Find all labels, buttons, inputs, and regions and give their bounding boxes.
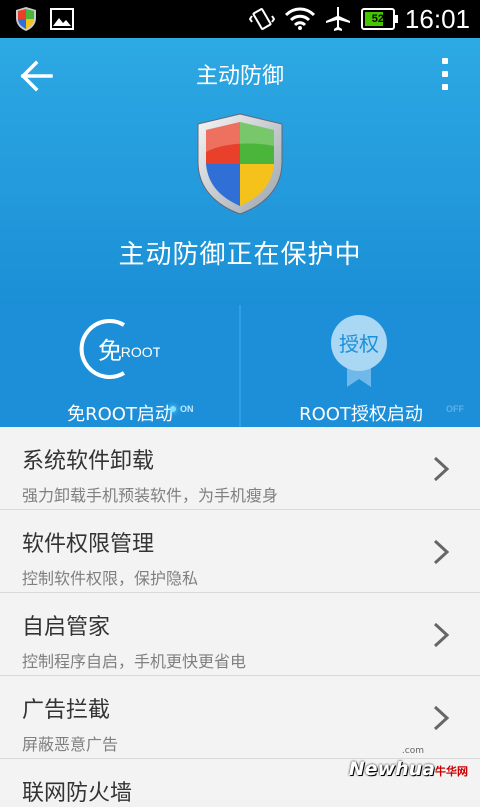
root-auth-label: ROOT授权启动 (299, 404, 423, 425)
feature-list: 系统软件卸载 强力卸载手机预装软件，为手机瘦身 软件权限管理 控制软件权限，保护… (0, 427, 480, 806)
chevron-right-icon (433, 456, 450, 482)
hero-panel: 主动防御 主动防御正在保护中 (0, 38, 480, 305)
authorization-badge-icon: 授权 (331, 315, 387, 387)
chevron-right-icon (433, 622, 450, 648)
battery-level: 52 (371, 13, 385, 25)
svg-text:ROOT: ROOT (121, 344, 160, 360)
overflow-menu-icon[interactable] (442, 58, 450, 90)
list-item-title: 广告拦截 (22, 698, 111, 723)
list-item-title: 自启管家 (22, 615, 111, 640)
page-title: 主动防御 (195, 64, 284, 89)
startup-mode-cards: 免 ROOT 免ROOT启动 ON 授权 ROOT授权启动 OFF (0, 305, 480, 427)
chevron-right-icon (433, 705, 450, 731)
clock: 16:01 (404, 4, 470, 34)
list-item-title: 系统软件卸载 (22, 449, 155, 474)
battery-icon: 52 (360, 8, 398, 30)
vibrate-icon (248, 8, 275, 30)
shield-icon (197, 113, 283, 215)
root-free-toggle[interactable]: ON (170, 404, 194, 414)
shield-app-icon (16, 7, 36, 31)
root-free-label: 免ROOT启动 (67, 404, 173, 425)
list-item-system-uninstall[interactable]: 系统软件卸载 强力卸载手机预装软件，为手机瘦身 (0, 427, 480, 510)
airplane-icon (325, 7, 350, 31)
watermark-logo: .com Newhua牛华网 (348, 746, 468, 780)
chevron-right-icon (433, 539, 450, 565)
status-bar: 52 16:01 (0, 0, 480, 38)
list-item-autostart-manager[interactable]: 自启管家 控制程序自启，手机更快更省电 (0, 593, 480, 676)
list-item-subtitle: 控制程序自启，手机更快更省电 (22, 652, 247, 671)
list-item-title: 联网防火墙 (22, 781, 133, 806)
svg-text:授权: 授权 (339, 332, 379, 356)
list-item-subtitle: 屏蔽恶意广告 (22, 735, 119, 754)
protection-status: 主动防御正在保护中 (118, 240, 362, 270)
list-item-permission-manager[interactable]: 软件权限管理 控制软件权限，保护隐私 (0, 510, 480, 593)
root-auth-toggle[interactable]: OFF (446, 404, 464, 414)
list-item-title: 软件权限管理 (22, 532, 155, 557)
svg-text:免: 免 (98, 337, 122, 365)
wifi-icon (284, 7, 315, 30)
list-item-subtitle: 控制软件权限，保护隐私 (22, 569, 199, 588)
root-free-card[interactable]: 免 ROOT 免ROOT启动 ON (0, 305, 239, 427)
list-item-subtitle: 强力卸载手机预装软件，为手机瘦身 (22, 486, 279, 505)
image-icon (50, 8, 74, 30)
root-auth-card[interactable]: 授权 ROOT授权启动 OFF (239, 305, 480, 427)
root-free-icon: 免 ROOT (79, 319, 160, 379)
